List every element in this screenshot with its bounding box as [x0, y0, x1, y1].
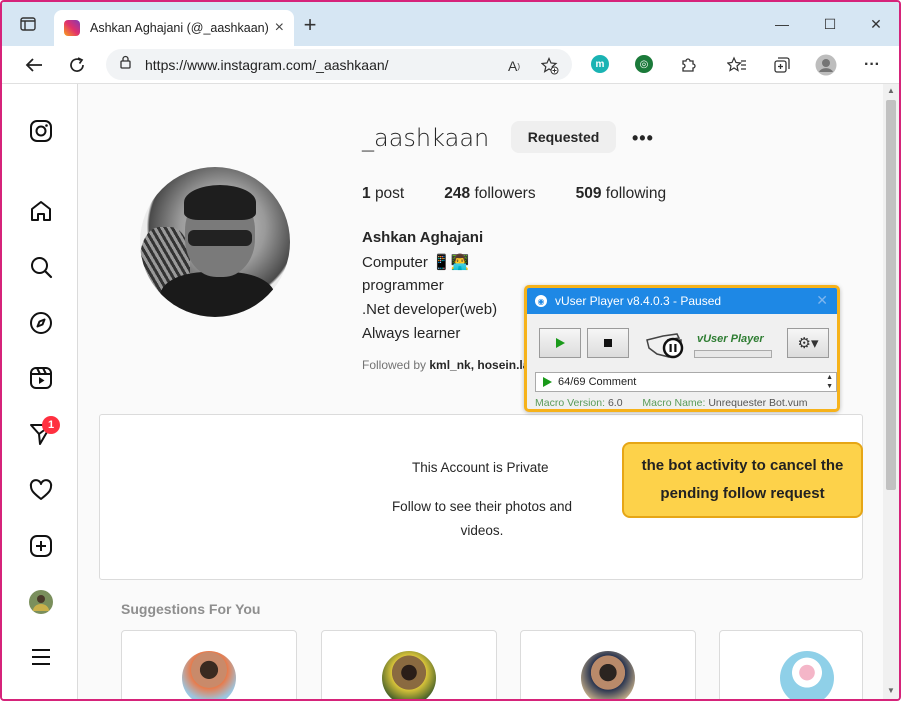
back-icon[interactable]: [22, 53, 46, 77]
profile-stats: 1 post 248 followers 509 following: [362, 185, 706, 203]
reels-icon[interactable]: [28, 365, 54, 391]
profile-username: _aashkaan: [362, 124, 490, 152]
create-post-icon[interactable]: [28, 533, 54, 559]
requested-button[interactable]: Requested: [511, 121, 616, 153]
extensions-puzzle-icon[interactable]: [676, 53, 700, 77]
suggestions-title: Suggestions For You: [121, 601, 261, 617]
profile-picture[interactable]: [140, 167, 290, 317]
favorite-add-icon[interactable]: [538, 54, 562, 78]
vuser-brand-label: vUser Player: [697, 333, 764, 345]
annotation-callout: the bot activity to cancel the pending f…: [622, 442, 863, 518]
settings-more-icon[interactable]: ···: [860, 53, 884, 77]
bio-line: Always learner: [362, 325, 461, 342]
tab-close-icon[interactable]: ×: [275, 19, 284, 37]
suggestion-card[interactable]: [321, 630, 497, 699]
sidebar-toggle-icon[interactable]: [16, 12, 40, 36]
screenshot-frame: Ashkan Aghajani (@_aashkaan) • × + — ☐ ✕…: [0, 0, 901, 701]
vuser-play-button[interactable]: [539, 328, 581, 358]
step-text: 64/69 Comment: [558, 376, 637, 388]
bio-line: .Net developer(web): [362, 301, 498, 318]
vuser-title-text: vUser Player v8.4.0.3 - Paused: [555, 294, 722, 308]
page-scrollbar[interactable]: ▲ ▼: [883, 84, 899, 699]
suggestion-card[interactable]: [520, 630, 696, 699]
posts-stat: 1 post: [362, 185, 405, 202]
suggestion-avatar[interactable]: [581, 651, 635, 699]
extension-whatsapp-icon[interactable]: ◎: [635, 55, 653, 73]
home-icon[interactable]: [28, 198, 54, 224]
vuser-hand-pause-icon: [643, 326, 691, 362]
notification-badge: 1: [42, 416, 60, 434]
private-title: This Account is Private: [412, 460, 549, 475]
step-spinner-icon[interactable]: ▲ ▼: [826, 373, 833, 391]
browser-toolbar: https://www.instagram.com/_aashkaan/ A) …: [2, 46, 899, 84]
vuser-current-step: 64/69 Comment ▲ ▼: [535, 372, 837, 392]
private-subtitle: Follow to see their photos and videos.: [391, 499, 573, 538]
favorites-icon[interactable]: [725, 53, 749, 77]
gear-icon: ⚙▾: [797, 335, 819, 352]
maximize-icon[interactable]: ☐: [818, 12, 842, 36]
suggestion-avatar[interactable]: [780, 651, 834, 699]
new-tab-button[interactable]: +: [298, 14, 322, 36]
stop-icon: [604, 339, 612, 347]
following-stat[interactable]: 509 following: [576, 185, 667, 203]
vuser-close-icon[interactable]: ✕: [816, 292, 828, 309]
vuser-titlebar: ◉ vUser Player v8.4.0.3 - Paused: [527, 288, 837, 314]
scroll-up-icon[interactable]: ▲: [887, 86, 895, 95]
explore-icon[interactable]: [28, 310, 54, 336]
minimize-icon[interactable]: —: [770, 12, 794, 36]
vuser-settings-button[interactable]: ⚙▾: [787, 328, 829, 358]
vuser-logo-icon: ◉: [535, 295, 547, 307]
vuser-progress-bar: [694, 350, 772, 358]
profile-avatar-icon[interactable]: [28, 589, 54, 615]
suggestion-card[interactable]: [121, 630, 297, 699]
search-icon[interactable]: [28, 254, 54, 280]
vuser-player-window: ◉ vUser Player v8.4.0.3 - Paused ✕ vUser…: [524, 285, 840, 412]
suggestion-avatar[interactable]: [382, 651, 436, 699]
extension-m-icon[interactable]: m: [591, 55, 609, 73]
step-play-icon: [543, 377, 552, 387]
suggestion-card[interactable]: [719, 630, 863, 699]
scrollbar-thumb[interactable]: [886, 100, 896, 490]
bio-line: programmer: [362, 277, 444, 294]
tab-title: Ashkan Aghajani (@_aashkaan) •: [90, 21, 269, 35]
url-text: https://www.instagram.com/_aashkaan/: [145, 56, 389, 73]
followers-stat[interactable]: 248 followers: [444, 185, 535, 203]
lock-icon: [120, 55, 131, 74]
more-options-icon[interactable]: •••: [632, 128, 654, 149]
vuser-stop-button[interactable]: [587, 328, 629, 358]
instagram-logo-icon[interactable]: [28, 118, 54, 144]
instagram-sidebar: 1: [2, 84, 78, 699]
profile-avatar-icon[interactable]: [814, 53, 838, 77]
followed-by[interactable]: Followed by kml_nk, hosein.la: [362, 358, 532, 372]
browser-tab[interactable]: Ashkan Aghajani (@_aashkaan) • ×: [54, 10, 294, 46]
collections-icon[interactable]: [770, 53, 794, 77]
notifications-heart-icon[interactable]: [28, 477, 54, 503]
vuser-status-bar: Macro Version: 6.0 Macro Name: Unrequest…: [535, 397, 808, 409]
browser-tab-bar: Ashkan Aghajani (@_aashkaan) • × + — ☐ ✕: [2, 2, 899, 46]
scroll-down-icon[interactable]: ▼: [887, 686, 895, 695]
suggestion-avatar[interactable]: [182, 651, 236, 699]
refresh-icon[interactable]: [65, 53, 89, 77]
bio-line: Computer 📱👨‍💻: [362, 254, 470, 271]
menu-hamburger-icon[interactable]: [28, 644, 54, 670]
close-window-icon[interactable]: ✕: [864, 12, 888, 36]
profile-full-name: Ashkan Aghajani: [362, 229, 484, 246]
instagram-favicon-icon: [64, 20, 80, 36]
read-aloud-icon[interactable]: A): [502, 54, 526, 78]
play-icon: [556, 338, 565, 348]
